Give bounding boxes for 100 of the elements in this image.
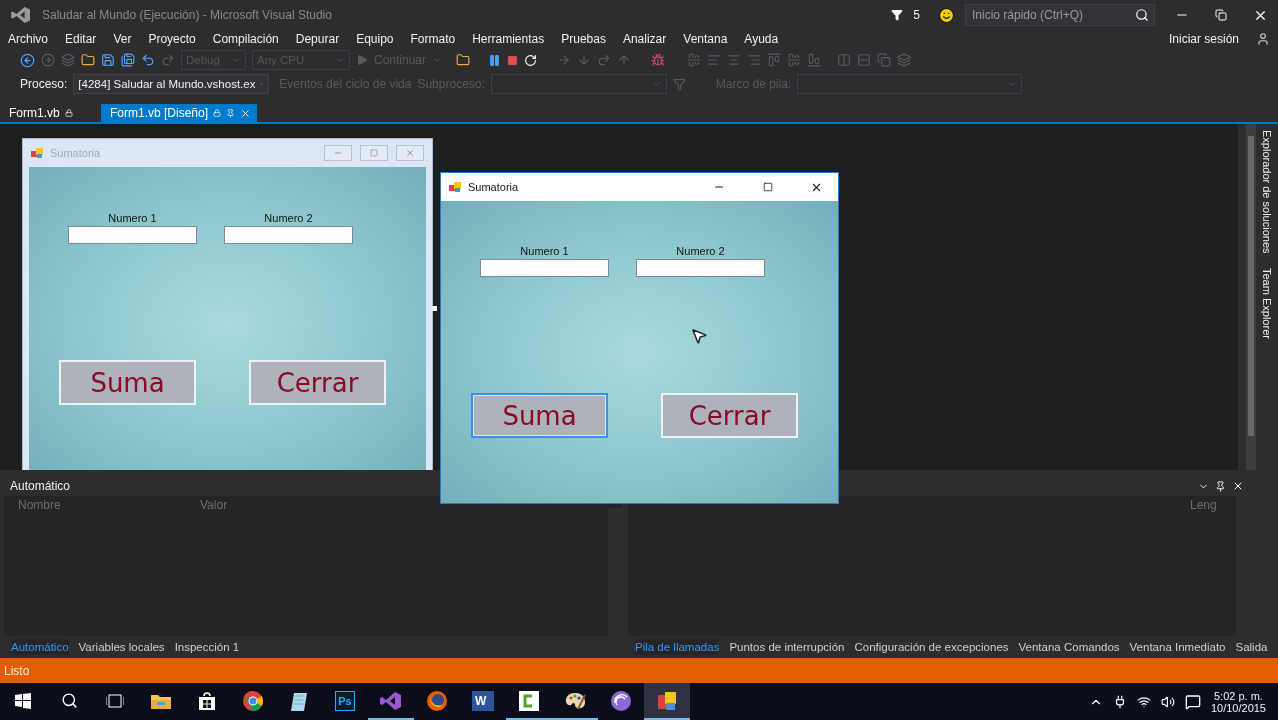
align-left-icon <box>707 53 722 67</box>
bug-icon <box>651 53 666 67</box>
document-icon: W <box>472 690 494 711</box>
menu-item[interactable]: Herramientas <box>472 32 545 46</box>
panel-tab[interactable]: Puntos de interrupción <box>729 641 845 653</box>
caret-icon <box>1007 79 1018 89</box>
infinity-logo-icon <box>380 690 402 711</box>
taskbar-button[interactable]: Ps <box>322 683 368 720</box>
form-title: Sumatoria <box>468 181 520 193</box>
smiley-icon <box>938 6 955 24</box>
menu-item[interactable]: Ayuda <box>744 32 779 46</box>
align-center-icon <box>727 53 742 67</box>
close-icon <box>405 148 415 158</box>
menu-item[interactable]: Equipo <box>356 32 394 46</box>
process-label: Proceso: <box>20 77 68 91</box>
sign-in-link[interactable]: Iniciar sesión <box>1168 32 1239 46</box>
number-field[interactable] <box>480 259 609 277</box>
side-tab[interactable]: Team Explorer <box>1261 267 1273 339</box>
maximize-icon <box>370 149 378 157</box>
project-icon <box>61 53 75 67</box>
resize-handle[interactable] <box>432 306 437 311</box>
menu-item[interactable]: Archivo <box>8 32 48 46</box>
caret-icon <box>432 55 443 65</box>
menu-item[interactable]: Proyecto <box>148 32 196 46</box>
folder-icon <box>456 53 471 67</box>
menu-item[interactable]: Pruebas <box>561 32 606 46</box>
panel-tab[interactable]: Automático <box>11 639 69 655</box>
sum-button[interactable]: Suma <box>471 393 608 438</box>
caret-icon <box>335 55 345 65</box>
panel-tab[interactable]: Salida <box>1235 641 1268 653</box>
field-label: Numero 2 <box>676 245 725 257</box>
panel-tab[interactable]: Configuración de excepciones <box>854 641 1009 653</box>
notification-count: 5 <box>913 8 920 22</box>
pointer-icon <box>690 327 708 345</box>
quick-launch-field[interactable]: Inicio rápido (Ctrl+Q) <box>965 4 1155 26</box>
menu-item[interactable]: Analizar <box>622 32 667 46</box>
photoshop-icon: Ps <box>335 690 355 711</box>
document-tab[interactable]: Form1.vb <box>0 104 101 122</box>
number-field[interactable] <box>68 226 197 244</box>
message-icon <box>1184 693 1201 710</box>
menu-item[interactable]: Ventana <box>683 32 728 46</box>
caret-icon <box>651 79 662 89</box>
align-middle-icon <box>787 53 802 67</box>
notepad-icon <box>290 690 308 711</box>
undo-icon <box>141 53 155 67</box>
menu-item[interactable]: Formato <box>410 32 456 46</box>
pin-icon <box>1215 480 1226 492</box>
panel-tab[interactable]: Pila de llamadas <box>635 639 720 655</box>
align-right-icon <box>747 53 762 67</box>
task-view-icon <box>106 693 124 708</box>
save-icon <box>101 53 115 67</box>
pin-icon[interactable] <box>226 108 236 118</box>
layers-icon <box>897 53 912 67</box>
align-icon <box>687 53 702 67</box>
redo-icon <box>161 53 175 67</box>
browser-icon <box>243 690 263 711</box>
wifi-icon <box>1136 694 1151 709</box>
close-form-button[interactable]: Cerrar <box>249 360 386 405</box>
menu-item[interactable]: Depurar <box>295 32 340 46</box>
form-title: Sumatoria <box>50 147 102 159</box>
panel-tab[interactable]: Ventana Comandos <box>1018 641 1120 653</box>
align-bottom-icon <box>807 53 822 67</box>
close-button[interactable] <box>396 145 424 161</box>
search-icon <box>60 692 78 709</box>
lock-icon <box>64 109 73 117</box>
scrollbar[interactable] <box>1246 124 1256 470</box>
windows-logo-icon <box>15 692 31 709</box>
user-icon <box>1256 32 1270 46</box>
speaker-icon <box>1160 694 1175 709</box>
folder-icon <box>81 53 95 67</box>
number-field[interactable] <box>636 259 765 277</box>
panel-tab[interactable]: Variables locales <box>78 641 165 653</box>
number-field[interactable] <box>224 226 353 244</box>
forward-icon <box>41 53 55 67</box>
panel-tab[interactable]: Inspección 1 <box>174 641 240 653</box>
restore-icon <box>1215 9 1227 21</box>
rows-icon <box>857 53 872 67</box>
menu-item[interactable]: Ver <box>113 32 132 46</box>
menu-item[interactable]: Compilación <box>212 32 279 46</box>
menu-item[interactable]: Editar <box>65 32 97 46</box>
disc-icon <box>611 690 631 711</box>
form-icon <box>31 147 44 159</box>
close-icon <box>1232 480 1244 492</box>
step-over-icon <box>597 53 612 67</box>
folder-icon <box>151 692 171 709</box>
sum-button[interactable]: Suma <box>59 360 196 405</box>
panel-tab[interactable]: Ventana Inmediato <box>1129 641 1226 653</box>
shopping-bag-icon <box>198 691 216 710</box>
taskbar-button[interactable]: W <box>460 683 506 720</box>
clock-time: 5:02 p. m. <box>1214 689 1263 702</box>
step-out-icon <box>617 53 632 67</box>
close-form-button[interactable]: Cerrar <box>661 393 798 438</box>
palette-icon <box>564 690 586 711</box>
taskbar-button[interactable] <box>644 683 690 720</box>
document-tab[interactable]: Form1.vb [Diseño] <box>101 104 258 122</box>
play-icon <box>356 54 368 66</box>
close-icon[interactable] <box>240 107 252 119</box>
maximize-icon <box>762 182 773 192</box>
process-dropdown[interactable]: [4284] Saludar al Mundo.vshost.ex <box>73 74 270 94</box>
side-tab[interactable]: Explorador de soluciones <box>1261 130 1273 254</box>
